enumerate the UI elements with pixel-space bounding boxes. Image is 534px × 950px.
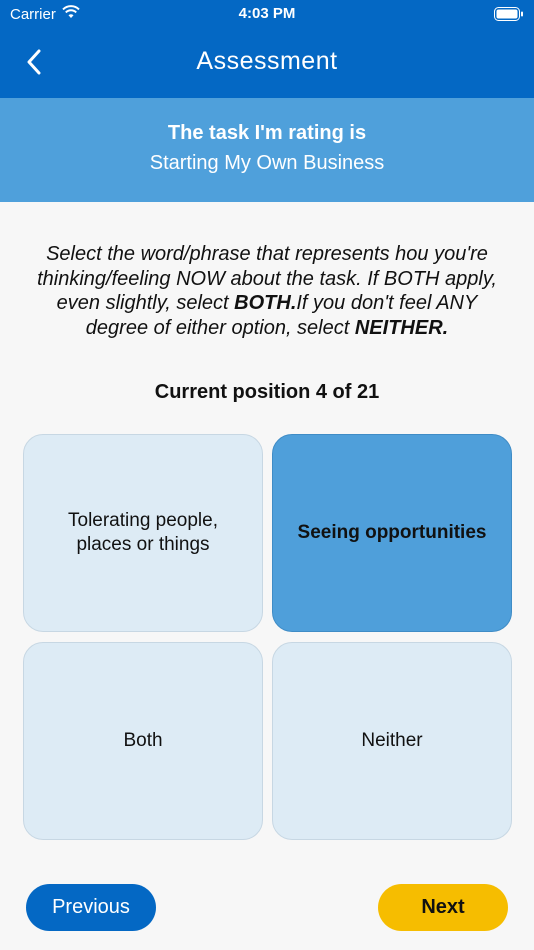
- task-name: Starting My Own Business: [149, 152, 385, 174]
- battery-icon: [494, 7, 524, 25]
- next-button[interactable]: Next: [378, 884, 508, 931]
- option-both[interactable]: Both: [23, 642, 263, 840]
- option-label: Both: [123, 730, 163, 751]
- task-banner: The task I'm rating is Starting My Own B…: [0, 98, 534, 202]
- instructions-text: Select the word/phrase that represents h…: [30, 242, 504, 340]
- nav-bar: Assessment: [0, 30, 534, 98]
- position-indicator: Current position 4 of 21: [154, 381, 380, 403]
- previous-button[interactable]: Previous: [26, 884, 156, 931]
- option-tolerating[interactable]: Tolerating people, places or things: [23, 434, 263, 632]
- option-label: Neither: [361, 730, 423, 751]
- instructions-both: BOTH.: [234, 292, 297, 314]
- option-seeing-opportunities[interactable]: Seeing opportunities: [272, 434, 512, 632]
- status-time: 4:03 PM: [238, 5, 296, 22]
- option-label: Tolerating people, places or things: [68, 510, 218, 555]
- status-bar: Carrier 4:03 PM: [0, 0, 534, 30]
- option-label: Seeing opportunities: [297, 522, 487, 543]
- task-heading: The task I'm rating is: [167, 122, 367, 144]
- instructions-neither: NEITHER.: [354, 316, 449, 339]
- option-neither[interactable]: Neither: [272, 642, 512, 840]
- page-title: Assessment: [196, 47, 338, 75]
